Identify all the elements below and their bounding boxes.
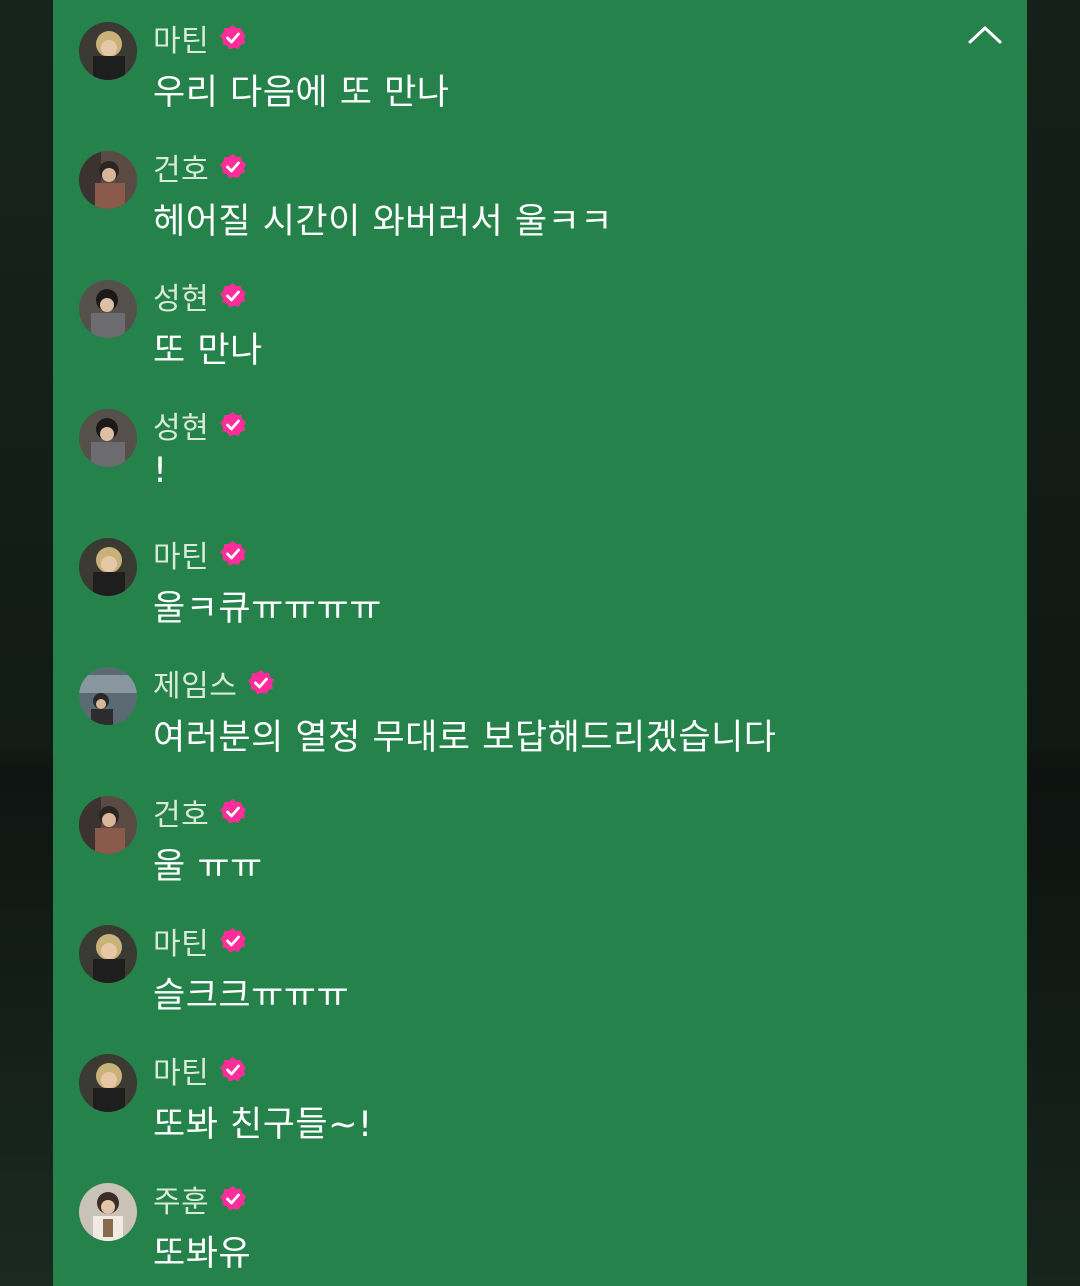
verified-badge-icon (220, 1057, 247, 1082)
message-text: 울 ㅠㅠ (153, 847, 263, 887)
message-header: 건호 (153, 145, 247, 189)
message-text: 우리 다음에 또 만나 (153, 73, 450, 113)
chat-message: 건호 헤어질 시간이 와버러서 울ㅋㅋ (53, 129, 1027, 257)
message-text: 울ㅋ큐ㅠㅠㅠㅠ (153, 589, 382, 629)
message-header: 마틴 (153, 919, 247, 963)
verified-badge-icon (220, 412, 247, 437)
message-text: 또봐 친구들~! (153, 1105, 373, 1145)
message-header: 마틴 (153, 16, 247, 60)
sender-name[interactable]: 마틴 (153, 919, 209, 963)
sender-name[interactable]: 건호 (153, 790, 209, 834)
message-header: 마틴 (153, 1048, 247, 1092)
message-text: ! (153, 451, 168, 491)
verified-badge-icon (220, 928, 247, 953)
message-header: 마틴 (153, 532, 247, 576)
message-header: 건호 (153, 790, 247, 834)
verified-badge-icon (220, 541, 247, 566)
avatar[interactable] (79, 538, 137, 596)
message-header: 제임스 (153, 661, 275, 705)
chat-message: 마틴 슬크크ㅠㅠㅠ (53, 903, 1027, 1031)
chat-message: 제임스 여러분의 열정 무대로 보답해드리겠습니다 (53, 645, 1027, 773)
message-header: 주훈 (153, 1177, 247, 1221)
avatar[interactable] (79, 667, 137, 725)
verified-badge-icon (248, 670, 275, 695)
verified-badge-icon (220, 799, 247, 824)
message-text: 여러분의 열정 무대로 보답해드리겠습니다 (153, 718, 777, 758)
sender-name[interactable]: 마틴 (153, 1048, 209, 1092)
avatar[interactable] (79, 280, 137, 338)
message-text: 슬크크ㅠㅠㅠ (153, 976, 350, 1016)
message-text: 헤어질 시간이 와버러서 울ㅋㅋ (153, 202, 613, 242)
chat-panel[interactable]: 마틴 우리 다음에 또 만나 건호 헤어질 시간이 와버러서 울ㅋㅋ 성현 또 … (53, 0, 1027, 1286)
sender-name[interactable]: 마틴 (153, 16, 209, 60)
avatar[interactable] (79, 409, 137, 467)
chat-message: 성현 또 만나 (53, 258, 1027, 386)
sender-name[interactable]: 건호 (153, 145, 209, 189)
verified-badge-icon (220, 1186, 247, 1211)
avatar[interactable] (79, 151, 137, 209)
sender-name[interactable]: 주훈 (153, 1177, 209, 1221)
sender-name[interactable]: 성현 (153, 274, 209, 318)
avatar[interactable] (79, 22, 137, 80)
message-text: 또봐유 (153, 1234, 252, 1274)
sender-name[interactable]: 제임스 (153, 661, 237, 705)
message-text: 또 만나 (153, 331, 263, 371)
verified-badge-icon (220, 283, 247, 308)
message-header: 성현 (153, 403, 247, 447)
background-left (0, 0, 53, 1286)
avatar[interactable] (79, 925, 137, 983)
avatar[interactable] (79, 1183, 137, 1241)
chat-message: 건호 울 ㅠㅠ (53, 774, 1027, 902)
sender-name[interactable]: 성현 (153, 403, 209, 447)
sender-name[interactable]: 마틴 (153, 532, 209, 576)
background-right (1027, 0, 1080, 1286)
chat-message: 주훈 또봐유 (53, 1161, 1027, 1286)
chat-message: 마틴 울ㅋ큐ㅠㅠㅠㅠ (53, 516, 1027, 644)
chat-message: 마틴 또봐 친구들~! (53, 1032, 1027, 1160)
avatar[interactable] (79, 796, 137, 854)
verified-badge-icon (220, 154, 247, 179)
avatar[interactable] (79, 1054, 137, 1112)
message-header: 성현 (153, 274, 247, 318)
verified-badge-icon (220, 25, 247, 50)
chat-message: 성현 ! (53, 387, 1027, 515)
chat-message: 마틴 우리 다음에 또 만나 (53, 0, 1027, 128)
